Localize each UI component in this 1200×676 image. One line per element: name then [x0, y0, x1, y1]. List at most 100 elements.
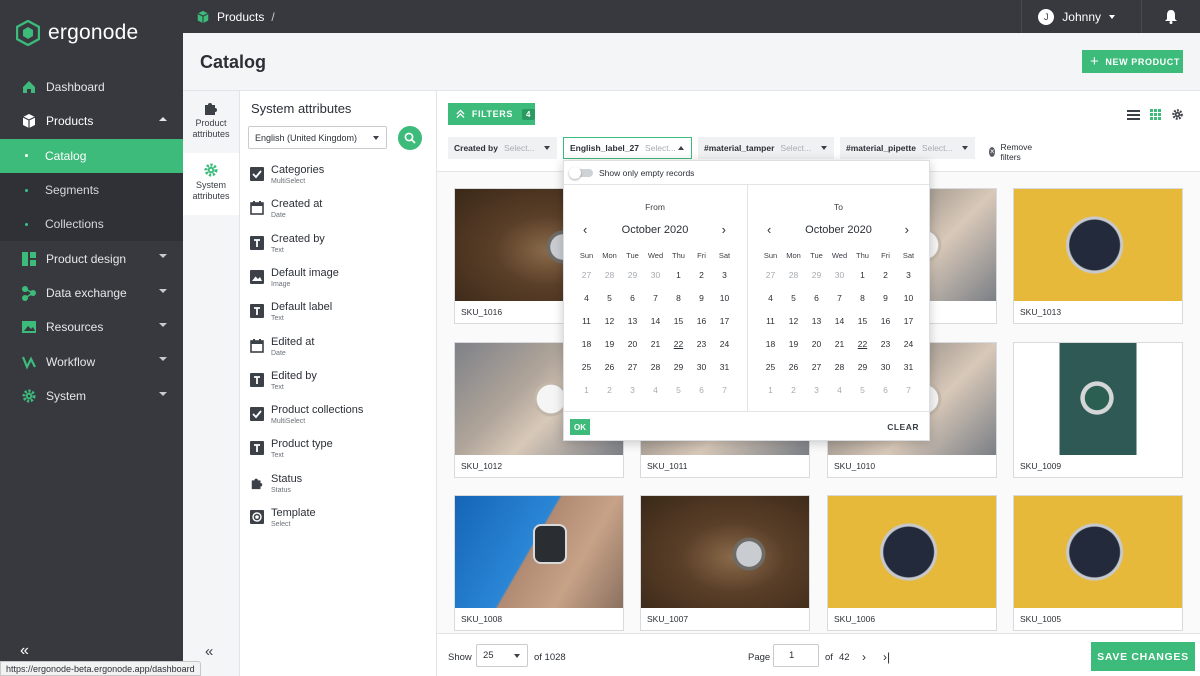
calendar-day[interactable]: 4: [575, 286, 598, 309]
calendar-day[interactable]: 2: [782, 378, 805, 401]
calendar-day[interactable]: 24: [897, 332, 920, 355]
calendar-day[interactable]: 22: [851, 332, 874, 355]
calendar-day[interactable]: 12: [782, 309, 805, 332]
calendar-day[interactable]: 3: [621, 378, 644, 401]
nav-system[interactable]: System: [0, 379, 183, 413]
calendar-day[interactable]: 20: [621, 332, 644, 355]
save-changes-button[interactable]: SAVE CHANGES: [1091, 642, 1195, 671]
nav-product-design[interactable]: Product design: [0, 241, 183, 275]
calendar-day[interactable]: 4: [828, 378, 851, 401]
calendar-day[interactable]: 14: [828, 309, 851, 332]
calendar-day[interactable]: 18: [759, 332, 782, 355]
calendar-day[interactable]: 6: [621, 286, 644, 309]
calendar-day[interactable]: 20: [805, 332, 828, 355]
attribute-item[interactable]: Created at Date: [250, 198, 322, 228]
calendar-day[interactable]: 7: [644, 286, 667, 309]
calendar-day[interactable]: 13: [805, 309, 828, 332]
calendar-day[interactable]: 11: [759, 309, 782, 332]
filter-created-by[interactable]: Created by Select...: [448, 137, 557, 159]
filters-toggle-button[interactable]: FILTERS 4: [448, 103, 535, 125]
calendar-day[interactable]: 26: [782, 355, 805, 378]
calendar-day[interactable]: 30: [644, 263, 667, 286]
calendar-day[interactable]: 21: [644, 332, 667, 355]
filter-english-label[interactable]: English_label_27 Select...: [563, 137, 692, 159]
calendar-day[interactable]: 9: [874, 286, 897, 309]
calendar-day[interactable]: 23: [874, 332, 897, 355]
tab-product-attributes[interactable]: Product attributes: [183, 91, 239, 153]
calendar-day[interactable]: 3: [713, 263, 736, 286]
clear-button[interactable]: CLEAR: [887, 422, 919, 432]
product-card[interactable]: SKU_1005: [1013, 495, 1183, 631]
notifications-button[interactable]: [1142, 9, 1200, 24]
calendar-day[interactable]: 2: [874, 263, 897, 286]
attribute-item[interactable]: Default image Image: [250, 267, 339, 297]
calendar-day[interactable]: 15: [851, 309, 874, 332]
calendar-day[interactable]: 18: [575, 332, 598, 355]
calendar-day[interactable]: 2: [598, 378, 621, 401]
attribute-item[interactable]: Edited at Date: [250, 336, 314, 366]
calendar-day[interactable]: 14: [644, 309, 667, 332]
calendar-day[interactable]: 1: [851, 263, 874, 286]
chevron-right-icon[interactable]: ›: [722, 222, 726, 237]
product-card[interactable]: SKU_1013: [1013, 188, 1183, 324]
settings-gear-icon[interactable]: [1171, 108, 1184, 121]
calendar-day[interactable]: 31: [713, 355, 736, 378]
calendar-day[interactable]: 25: [759, 355, 782, 378]
calendar-day[interactable]: 27: [621, 355, 644, 378]
attribute-item[interactable]: Categories MultiSelect: [250, 164, 324, 194]
collapse-panel-button[interactable]: «: [205, 643, 213, 660]
calendar-day[interactable]: 1: [759, 378, 782, 401]
calendar-day[interactable]: 19: [598, 332, 621, 355]
calendar-day[interactable]: 6: [805, 286, 828, 309]
per-page-select[interactable]: 25: [476, 644, 528, 667]
calendar-day[interactable]: 2: [690, 263, 713, 286]
calendar-day[interactable]: 16: [690, 309, 713, 332]
product-card[interactable]: SKU_1006: [827, 495, 997, 631]
tab-system-attributes[interactable]: System attributes: [183, 153, 239, 215]
calendar-day[interactable]: 29: [667, 355, 690, 378]
attribute-item[interactable]: Status Status: [250, 473, 302, 503]
page-input[interactable]: 1: [773, 644, 819, 667]
calendar-day[interactable]: 19: [782, 332, 805, 355]
calendar-day[interactable]: 6: [874, 378, 897, 401]
calendar-day[interactable]: 29: [851, 355, 874, 378]
calendar-day[interactable]: 30: [690, 355, 713, 378]
calendar-day[interactable]: 13: [621, 309, 644, 332]
nav-dashboard[interactable]: Dashboard: [0, 70, 183, 104]
calendar-day[interactable]: 7: [713, 378, 736, 401]
calendar-day[interactable]: 12: [598, 309, 621, 332]
calendar-day[interactable]: 23: [690, 332, 713, 355]
attribute-item[interactable]: Template Select: [250, 507, 316, 537]
calendar-day[interactable]: 8: [851, 286, 874, 309]
attribute-item[interactable]: Edited by Text: [250, 370, 317, 400]
calendar-day[interactable]: 27: [759, 263, 782, 286]
calendar-day[interactable]: 3: [897, 263, 920, 286]
calendar-day[interactable]: 31: [897, 355, 920, 378]
calendar-day[interactable]: 5: [851, 378, 874, 401]
calendar-day[interactable]: 30: [828, 263, 851, 286]
product-card[interactable]: SKU_1007: [640, 495, 810, 631]
calendar-day[interactable]: 3: [805, 378, 828, 401]
empty-records-toggle[interactable]: [569, 167, 593, 179]
grid-view-icon[interactable]: [1150, 109, 1161, 120]
calendar-day[interactable]: 27: [575, 263, 598, 286]
calendar-day[interactable]: 4: [759, 286, 782, 309]
new-product-button[interactable]: + NEW PRODUCT: [1082, 50, 1183, 73]
calendar-day[interactable]: 24: [713, 332, 736, 355]
product-card[interactable]: SKU_1009: [1013, 342, 1183, 478]
calendar-day[interactable]: 15: [667, 309, 690, 332]
calendar-day[interactable]: 28: [782, 263, 805, 286]
attribute-item[interactable]: Product collections MultiSelect: [250, 404, 363, 434]
attribute-item[interactable]: Created by Text: [250, 233, 325, 263]
calendar-day[interactable]: 16: [874, 309, 897, 332]
ok-button[interactable]: OK: [570, 419, 590, 435]
calendar-day[interactable]: 10: [713, 286, 736, 309]
logo[interactable]: ergonode: [0, 0, 183, 66]
calendar-day[interactable]: 1: [575, 378, 598, 401]
calendar-day[interactable]: 7: [897, 378, 920, 401]
nav-collections[interactable]: Collections: [0, 207, 183, 241]
calendar-day[interactable]: 28: [828, 355, 851, 378]
calendar-day[interactable]: 1: [667, 263, 690, 286]
last-page-icon[interactable]: ›|: [883, 650, 890, 664]
search-button[interactable]: [398, 126, 422, 150]
